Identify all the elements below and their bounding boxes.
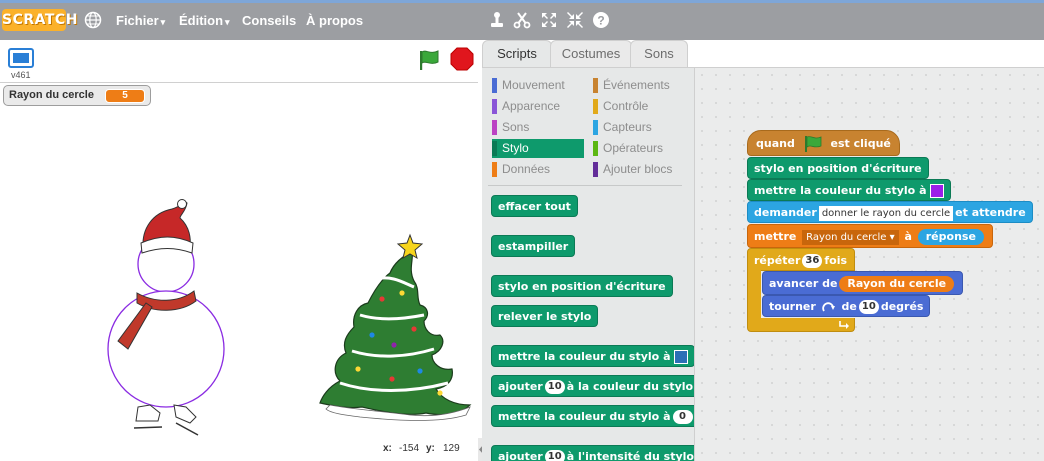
stage-header: v461 — [0, 40, 478, 82]
globe-icon[interactable] — [84, 11, 102, 29]
category-data[interactable]: Données — [492, 160, 584, 179]
category-color-bar — [492, 78, 497, 93]
scratch-logo[interactable]: SCRATCH — [2, 9, 77, 31]
category-color-bar — [492, 141, 497, 156]
script-area[interactable]: quand est cliqué stylo en position d'écr… — [694, 67, 1044, 461]
window-top-edge — [0, 0, 1044, 3]
mouse-coordinates: x: -154 y: 129 — [0, 439, 478, 461]
fullscreen-icon[interactable] — [8, 48, 34, 68]
number-input[interactable]: 10 — [544, 380, 565, 394]
block-set-pen-color-number[interactable]: mettre la couleur du stylo à0 — [491, 405, 694, 427]
block-change-pen-shade[interactable]: ajouter 10 à l'intensité du stylo — [491, 445, 694, 461]
number-input[interactable]: 36 — [802, 254, 823, 268]
stop-icon[interactable] — [450, 47, 474, 71]
grow-icon[interactable] — [540, 11, 558, 29]
category-color-bar — [492, 120, 497, 135]
category-operators[interactable]: Opérateurs — [593, 139, 689, 158]
christmas-tree-sprite[interactable] — [319, 233, 472, 421]
category-color-bar — [593, 78, 598, 93]
category-sound[interactable]: Sons — [492, 118, 584, 137]
category-sensing[interactable]: Capteurs — [593, 118, 689, 137]
variable-reporter[interactable]: Rayon du cercle — [839, 276, 955, 292]
cut-icon[interactable] — [513, 11, 531, 29]
block-when-flag-clicked[interactable]: quand est cliqué — [747, 130, 900, 156]
snowman-sprite[interactable] — [107, 199, 225, 436]
green-flag-icon[interactable] — [416, 48, 442, 72]
rotate-clockwise-icon — [821, 302, 835, 312]
block-set-pen-color[interactable]: mettre la couleur du stylo à — [747, 179, 951, 201]
category-color-bar — [593, 141, 598, 156]
menu-edit[interactable]: Édition ▾ — [179, 12, 230, 30]
number-input[interactable]: 0 — [672, 410, 693, 424]
x-coordinate-value: -154 — [399, 443, 420, 454]
help-icon[interactable]: ? — [592, 11, 610, 29]
category-pen[interactable]: Stylo — [492, 139, 584, 158]
green-flag-icon — [804, 136, 822, 152]
number-input[interactable]: 10 — [544, 450, 565, 461]
stage[interactable]: Rayon du cercle 5 — [0, 82, 478, 439]
block-pen-up[interactable]: relever le stylo — [491, 305, 599, 327]
variable-dropdown[interactable]: Rayon du cercle ▾ — [802, 229, 899, 245]
block-pen-down[interactable]: stylo en position d'écriture — [491, 275, 673, 297]
category-more-blocks[interactable]: Ajouter blocs — [593, 160, 689, 179]
version-label: v461 — [11, 70, 31, 80]
block-move-steps[interactable]: avancer de Rayon du cercle — [762, 271, 964, 295]
stage-sprites — [107, 199, 472, 436]
block-set-pen-color[interactable]: mettre la couleur du stylo à — [491, 345, 694, 367]
y-coordinate-label: y: — [426, 443, 435, 454]
color-swatch[interactable] — [673, 350, 688, 364]
answer-reporter[interactable]: réponse — [917, 229, 984, 245]
color-swatch[interactable] — [929, 184, 944, 198]
menu-file[interactable]: Fichier ▾ — [116, 12, 165, 30]
duplicate-icon[interactable] — [488, 11, 506, 29]
category-looks[interactable]: Apparence — [492, 97, 584, 116]
block-change-pen-color[interactable]: ajouter 10 à la couleur du stylo — [491, 375, 694, 397]
block-turn-degrees[interactable]: tourner de 10 degrés — [762, 295, 931, 317]
tab-sounds[interactable]: Sons — [630, 40, 688, 67]
category-color-bar — [593, 99, 598, 114]
menu-about[interactable]: À propos — [306, 12, 363, 30]
block-pen-down[interactable]: stylo en position d'écriture — [747, 157, 929, 179]
y-coordinate-value: 129 — [443, 443, 460, 454]
repeat-block-bottom — [747, 318, 855, 332]
number-input[interactable]: 10 — [858, 300, 879, 314]
scratch-editor: SCRATCH Fichier ▾ Édition ▾ Conseils À pro… — [0, 0, 1044, 461]
category-color-bar — [593, 120, 598, 135]
loop-arrow-icon — [839, 321, 849, 329]
category-color-bar — [492, 99, 497, 114]
editor-tabs: Scripts Costumes Sons — [482, 40, 1044, 67]
palette-divider — [488, 185, 682, 186]
ask-text-input[interactable]: donner le rayon du cercle — [818, 205, 954, 221]
block-palette: Mouvement Apparence Sons Stylo Données É… — [482, 67, 694, 461]
category-motion[interactable]: Mouvement — [492, 76, 584, 95]
block-clear[interactable]: effacer tout — [491, 195, 578, 217]
category-color-bar — [593, 162, 598, 177]
svg-text:?: ? — [597, 14, 604, 28]
menu-tips[interactable]: Conseils — [242, 12, 296, 30]
tab-costumes[interactable]: Costumes — [550, 40, 632, 67]
menu-bar: SCRATCH Fichier ▾ Édition ▾ Conseils À pro… — [0, 0, 1044, 40]
block-set-variable[interactable]: mettre Rayon du cercle ▾ à réponse — [747, 224, 993, 248]
category-color-bar — [492, 162, 497, 177]
shrink-icon[interactable] — [566, 11, 584, 29]
category-events[interactable]: Événements — [593, 76, 689, 95]
block-ask-and-wait[interactable]: demander donner le rayon du cercle et atte… — [747, 201, 1033, 223]
x-coordinate-label: x: — [383, 443, 392, 454]
block-stamp[interactable]: estampiller — [491, 235, 576, 257]
tab-scripts[interactable]: Scripts — [482, 40, 552, 67]
category-control[interactable]: Contrôle — [593, 97, 689, 116]
block-repeat[interactable]: répéter 36 fois — [747, 248, 855, 271]
